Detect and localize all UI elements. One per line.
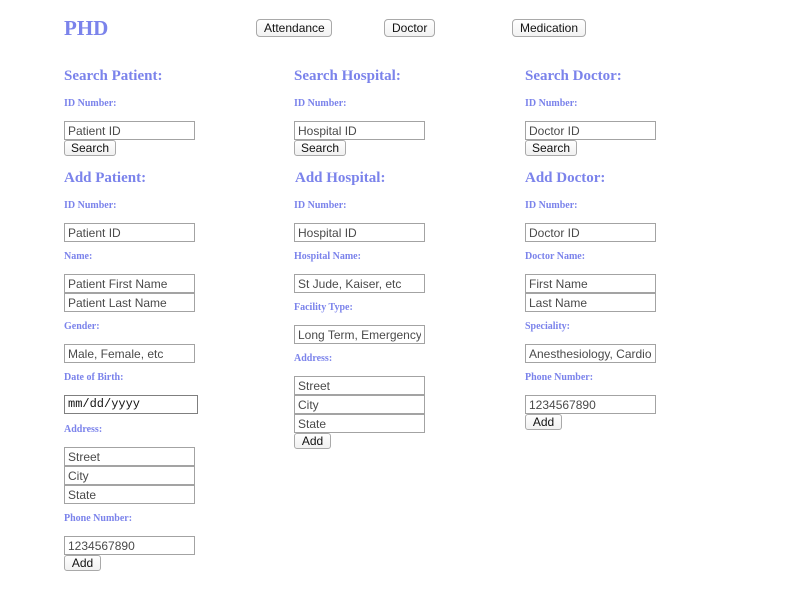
search-hospital-button[interactable]: Search xyxy=(294,140,346,156)
doctor-phone-input[interactable] xyxy=(525,395,656,414)
add-hospital-facility-label: Facility Type: xyxy=(294,302,353,313)
add-patient-gender-label: Gender: xyxy=(64,321,100,332)
patient-state-input[interactable] xyxy=(64,485,195,504)
add-patient-id-label: ID Number: xyxy=(64,200,117,211)
hospital-state-input[interactable] xyxy=(294,414,425,433)
search-doctor-id-label: ID Number: xyxy=(525,98,578,109)
hospital-city-input[interactable] xyxy=(294,395,425,414)
patient-first-name-input[interactable] xyxy=(64,274,195,293)
search-doctor-title: Search Doctor: xyxy=(525,68,622,84)
search-doctor-id-input[interactable] xyxy=(525,121,656,140)
patient-dob-input[interactable]: mm/dd/yyyy xyxy=(64,395,198,414)
search-patient-button[interactable]: Search xyxy=(64,140,116,156)
add-patient-dob-label: Date of Birth: xyxy=(64,372,124,383)
add-patient-button[interactable]: Add xyxy=(64,555,101,571)
add-patient-id-input[interactable] xyxy=(64,223,195,242)
add-doctor-speciality-label: Speciality: xyxy=(525,321,570,332)
add-hospital-button[interactable]: Add xyxy=(294,433,331,449)
add-hospital-title: Add Hospital: xyxy=(295,170,386,186)
attendance-button[interactable]: Attendance xyxy=(256,19,332,37)
add-doctor-button[interactable]: Add xyxy=(525,414,562,430)
search-hospital-id-input[interactable] xyxy=(294,121,425,140)
add-patient-address-label: Address: xyxy=(64,424,103,435)
hospital-name-input[interactable] xyxy=(294,274,425,293)
add-hospital-name-label: Hospital Name: xyxy=(294,251,361,262)
patient-city-input[interactable] xyxy=(64,466,195,485)
add-doctor-title: Add Doctor: xyxy=(525,170,606,186)
search-hospital-title: Search Hospital: xyxy=(294,68,401,84)
add-hospital-address-label: Address: xyxy=(294,353,333,364)
search-hospital-id-label: ID Number: xyxy=(294,98,347,109)
medication-button[interactable]: Medication xyxy=(512,19,586,37)
add-doctor-id-label: ID Number: xyxy=(525,200,578,211)
hospital-street-input[interactable] xyxy=(294,376,425,395)
search-patient-id-label: ID Number: xyxy=(64,98,117,109)
patient-last-name-input[interactable] xyxy=(64,293,195,312)
add-doctor-name-label: Doctor Name: xyxy=(525,251,586,262)
doctor-speciality-input[interactable] xyxy=(525,344,656,363)
patient-phone-input[interactable] xyxy=(64,536,195,555)
add-patient-title: Add Patient: xyxy=(64,170,147,186)
app-title: PHD xyxy=(64,16,109,40)
add-patient-phone-label: Phone Number: xyxy=(64,513,133,524)
search-doctor-button[interactable]: Search xyxy=(525,140,577,156)
add-hospital-id-label: ID Number: xyxy=(294,200,347,211)
add-doctor-id-input[interactable] xyxy=(525,223,656,242)
patient-gender-input[interactable] xyxy=(64,344,195,363)
doctor-button[interactable]: Doctor xyxy=(384,19,435,37)
search-patient-id-input[interactable] xyxy=(64,121,195,140)
patient-street-input[interactable] xyxy=(64,447,195,466)
add-doctor-phone-label: Phone Number: xyxy=(525,372,594,383)
doctor-first-name-input[interactable] xyxy=(525,274,656,293)
doctor-last-name-input[interactable] xyxy=(525,293,656,312)
hospital-facility-type-input[interactable] xyxy=(294,325,425,344)
add-hospital-id-input[interactable] xyxy=(294,223,425,242)
add-patient-name-label: Name: xyxy=(64,251,93,262)
search-patient-title: Search Patient: xyxy=(64,68,163,84)
